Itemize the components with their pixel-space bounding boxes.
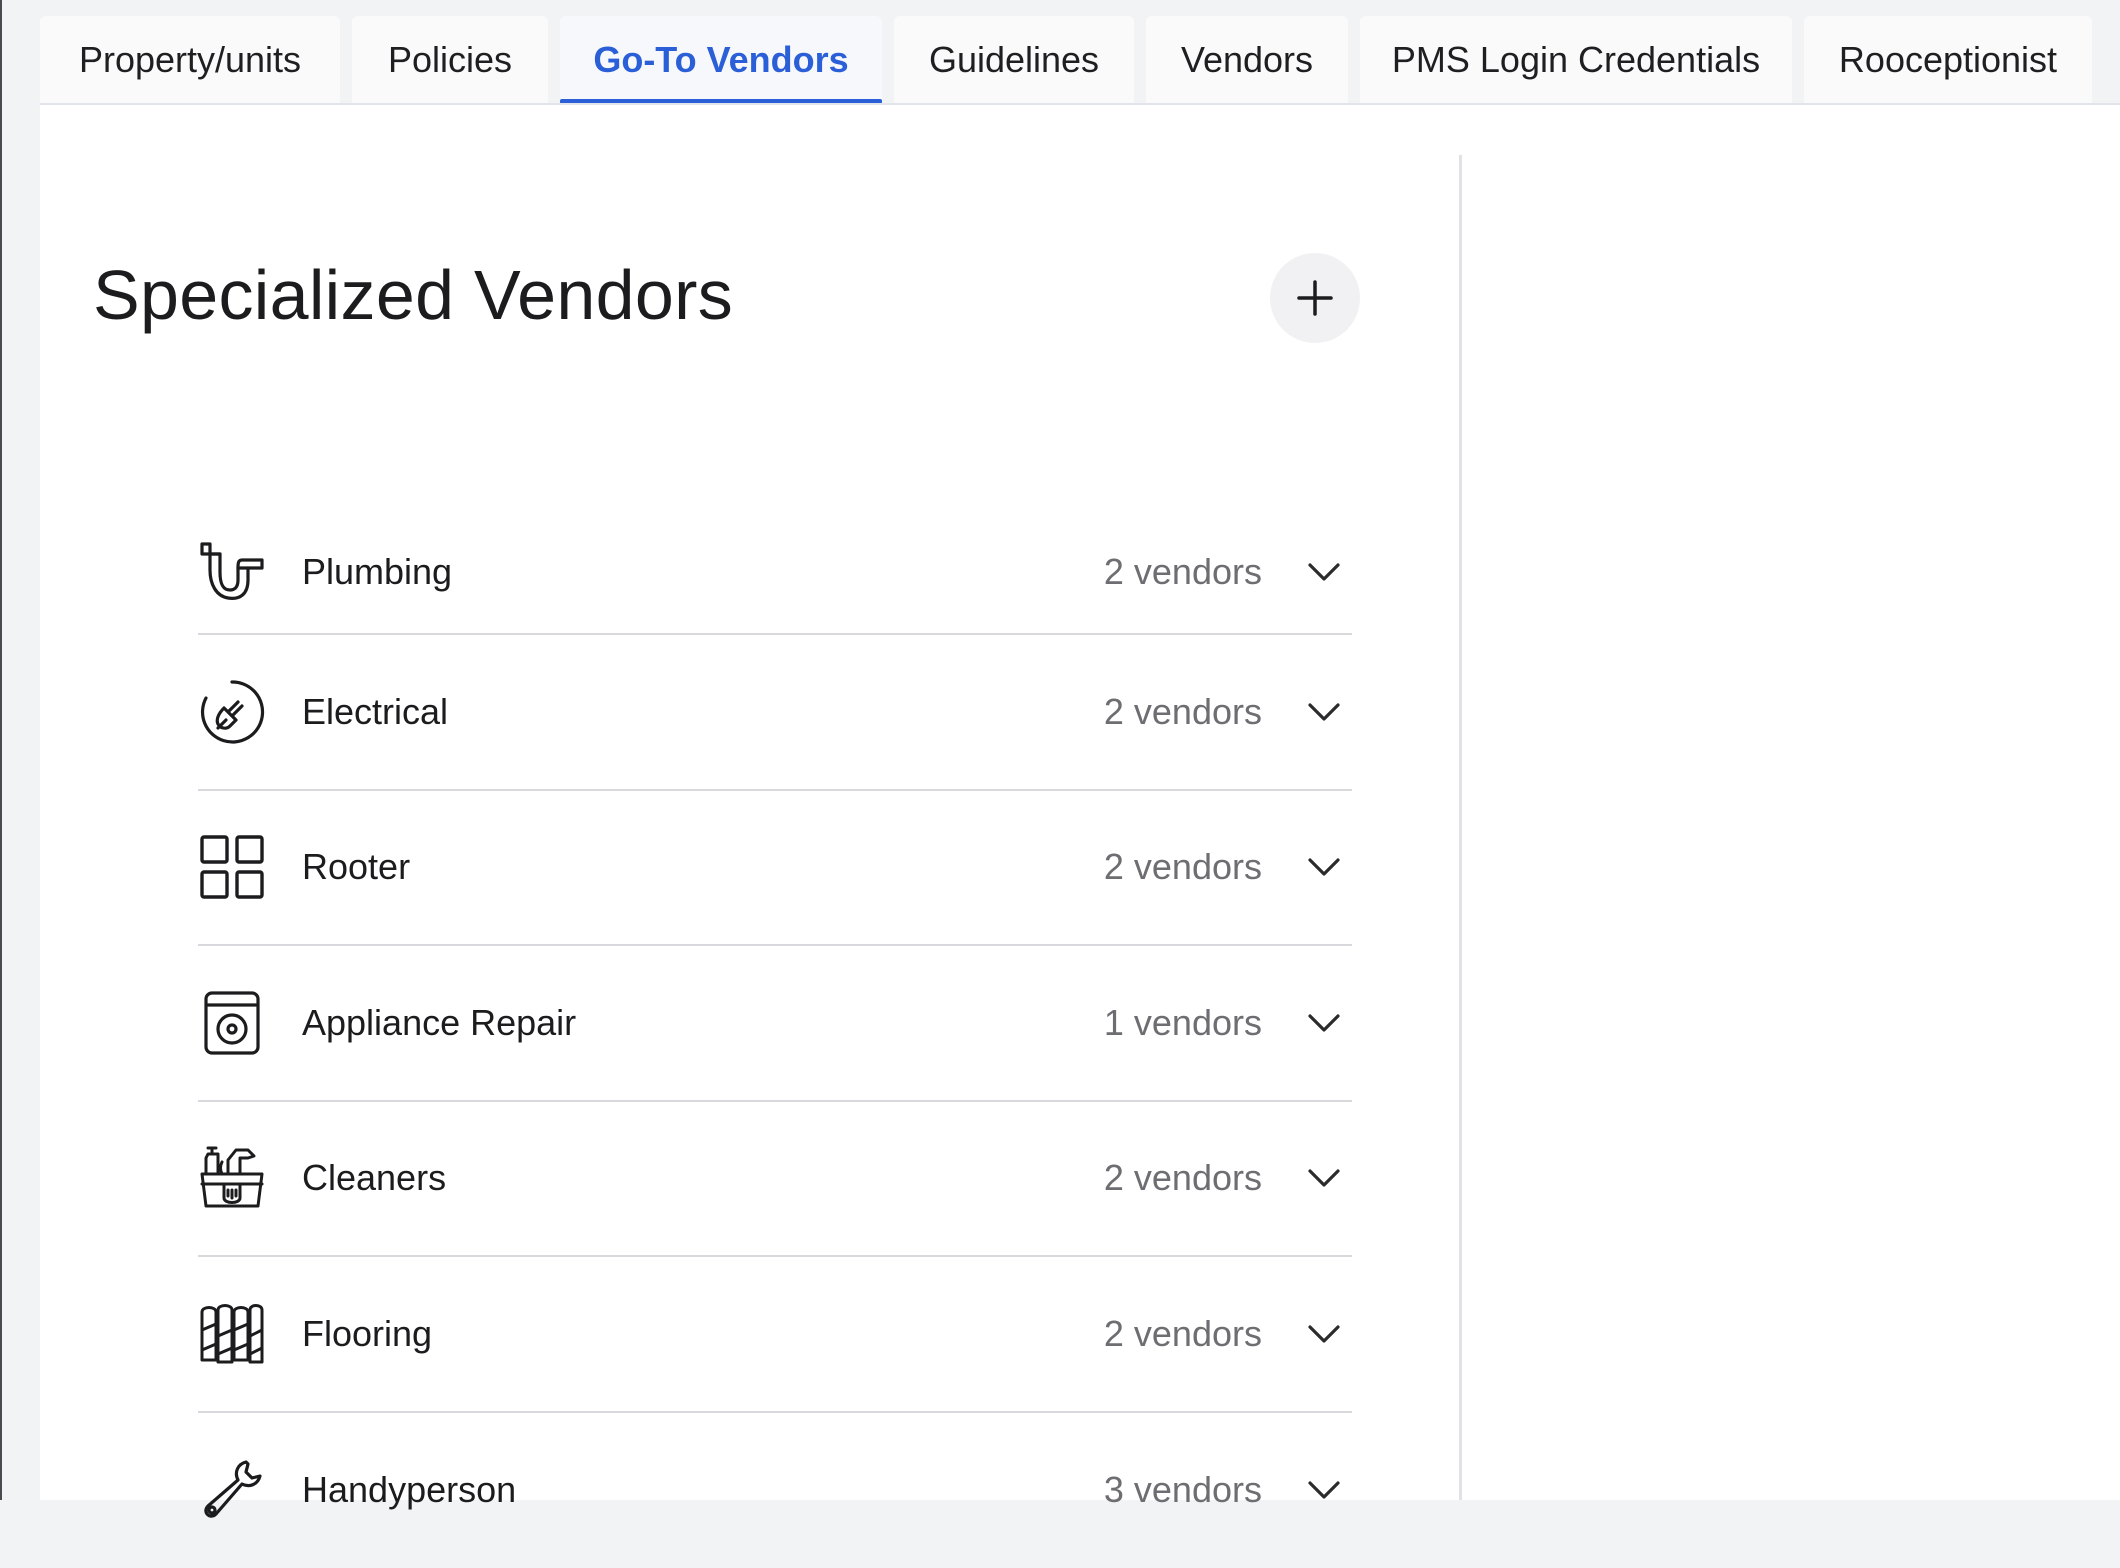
vendor-count: 2 vendors (1104, 1157, 1262, 1199)
category-label: Plumbing (302, 551, 1104, 593)
category-row-cleaners[interactable]: Cleaners 2 vendors (198, 1102, 1352, 1258)
vendor-count: 3 vendors (1104, 1469, 1262, 1511)
tab-vendors[interactable]: Vendors (1146, 16, 1348, 104)
page-title: Specialized Vendors (93, 255, 733, 335)
chevron-down-icon[interactable] (1304, 1470, 1344, 1510)
app-frame: Property/units Policies Go-To Vendors Gu… (0, 0, 2120, 1500)
panel-divider (1459, 155, 1462, 1500)
tab-guidelines[interactable]: Guidelines (894, 16, 1134, 104)
vendor-count: 2 vendors (1104, 691, 1262, 733)
vendor-count: 2 vendors (1104, 1313, 1262, 1355)
tab-bar: Property/units Policies Go-To Vendors Gu… (40, 16, 2120, 104)
content-panel: Specialized Vendors Plumbing 2 vendors (40, 105, 2120, 1500)
category-row-electrical[interactable]: Electrical 2 vendors (198, 635, 1352, 791)
grid-icon (198, 833, 266, 901)
wrench-icon (198, 1456, 266, 1524)
category-label: Flooring (302, 1313, 1104, 1355)
vendor-count: 2 vendors (1104, 551, 1262, 593)
category-row-plumbing[interactable]: Plumbing 2 vendors (198, 510, 1352, 635)
vendor-category-list: Plumbing 2 vendors Electrical 2 v (198, 510, 1352, 1568)
category-row-flooring[interactable]: Flooring 2 vendors (198, 1257, 1352, 1413)
chevron-down-icon[interactable] (1304, 692, 1344, 732)
chevron-down-icon[interactable] (1304, 847, 1344, 887)
pipe-icon (198, 538, 266, 606)
category-label: Cleaners (302, 1157, 1104, 1199)
category-row-handyperson[interactable]: Handyperson 3 vendors (198, 1413, 1352, 1568)
chevron-down-icon[interactable] (1304, 1314, 1344, 1354)
category-row-rooter[interactable]: Rooter 2 vendors (198, 791, 1352, 947)
tab-policies[interactable]: Policies (352, 16, 548, 104)
washer-icon (198, 989, 266, 1057)
plus-icon (1295, 278, 1335, 318)
vendor-count: 1 vendors (1104, 1002, 1262, 1044)
tab-property-units[interactable]: Property/units (40, 16, 340, 104)
vendor-count: 2 vendors (1104, 846, 1262, 888)
tab-rooceptionist[interactable]: Rooceptionist (1804, 16, 2092, 104)
add-vendor-category-button[interactable] (1270, 253, 1360, 343)
category-label: Rooter (302, 846, 1104, 888)
tab-go-to-vendors[interactable]: Go-To Vendors (560, 16, 882, 104)
category-label: Electrical (302, 691, 1104, 733)
category-label: Appliance Repair (302, 1002, 1104, 1044)
cleaning-basket-icon (198, 1144, 266, 1212)
chevron-down-icon[interactable] (1304, 1158, 1344, 1198)
category-label: Handyperson (302, 1469, 1104, 1511)
floor-panels-icon (198, 1300, 266, 1368)
category-row-appliance-repair[interactable]: Appliance Repair 1 vendors (198, 946, 1352, 1102)
plug-icon (198, 678, 266, 746)
tab-pms-login-credentials[interactable]: PMS Login Credentials (1360, 16, 1792, 104)
chevron-down-icon[interactable] (1304, 1003, 1344, 1043)
chevron-down-icon[interactable] (1304, 552, 1344, 592)
